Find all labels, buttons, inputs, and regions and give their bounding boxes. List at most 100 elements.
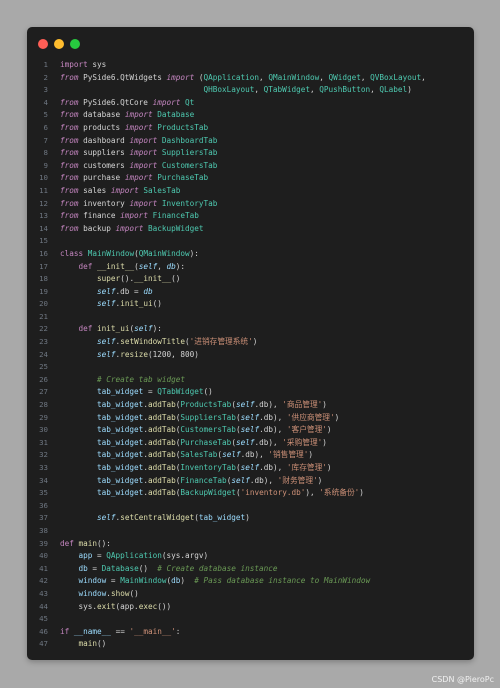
code-token: )	[308, 450, 314, 460]
code-text: from inventory import InventoryTab	[60, 198, 217, 211]
code-text: app = QApplication(sys.argv)	[60, 550, 209, 563]
code-text: from PySide6.QtCore import Qt	[60, 97, 194, 110]
line-number: 23	[39, 337, 48, 347]
code-text: db = Database() # Create database instan…	[60, 563, 278, 576]
maximize-dot-icon[interactable]	[70, 39, 80, 49]
code-token: QTabWidget	[263, 85, 310, 95]
code-token: def	[78, 324, 93, 334]
code-text: from sales import SalesTab	[60, 185, 180, 198]
code-line: 38	[27, 525, 474, 538]
code-token: ()	[138, 563, 158, 573]
code-token: tab_widget	[97, 463, 144, 472]
code-token: .db),	[240, 450, 269, 460]
code-token: from	[60, 122, 79, 132]
code-text: window.show()	[60, 588, 139, 601]
code-token: import	[115, 223, 144, 233]
code-token: .db),	[259, 412, 287, 422]
line-number: 16	[39, 248, 48, 258]
code-token: import	[124, 173, 153, 183]
code-token: ()	[171, 274, 181, 284]
code-token: from	[60, 148, 79, 158]
code-line: 43 window.show()	[27, 588, 474, 601]
code-token: FinanceTab	[180, 475, 227, 485]
code-line: 14 from backup import BackupWidget	[27, 223, 474, 236]
code-token: from	[60, 160, 79, 170]
line-number: 12	[39, 198, 48, 208]
code-token: QPushButton	[319, 85, 371, 95]
code-token: import	[120, 211, 148, 221]
code-line: 4 from PySide6.QtCore import Qt	[27, 97, 474, 110]
code-token: MainWindow	[87, 248, 135, 258]
code-token: ,	[309, 85, 320, 95]
code-token: import	[166, 72, 195, 82]
code-token: CustomersTab	[180, 425, 236, 435]
code-token: resize	[120, 349, 148, 359]
code-token: db	[78, 563, 88, 573]
line-number: 11	[39, 185, 48, 195]
code-text: from dashboard import DashboardTab	[60, 135, 217, 148]
code-token: PySide6.QtWidgets	[78, 72, 167, 82]
code-text: tab_widget.addTab(ProductsTab(self.db), …	[60, 399, 327, 412]
code-token: )	[334, 412, 340, 422]
code-token: inventory	[78, 198, 130, 208]
line-number: 36	[39, 500, 48, 510]
code-text: self.setWindowTitle('进销存管理系统')	[60, 336, 257, 349]
code-token: __name__	[73, 626, 111, 636]
code-editor[interactable]: 1 import sys 2 from PySide6.QtWidgets impor…	[27, 59, 474, 651]
code-text: from finance import FinanceTab	[60, 210, 199, 223]
code-token: db	[143, 286, 153, 296]
code-token: addTab	[147, 463, 176, 472]
code-token: ())	[157, 601, 172, 611]
code-token: BackupWidget	[180, 488, 236, 498]
code-text: sys.exit(app.exec())	[60, 601, 172, 614]
minimize-dot-icon[interactable]	[54, 39, 64, 49]
line-number: 27	[39, 387, 48, 397]
code-token: )	[326, 425, 332, 435]
code-token: import	[129, 148, 158, 158]
code-token: =	[87, 563, 102, 573]
line-number: 31	[39, 437, 48, 447]
code-token: InventoryTab	[161, 198, 218, 208]
code-line: 41 db = Database() # Create database ins…	[27, 563, 474, 576]
code-token: main	[78, 639, 98, 649]
line-number: 15	[39, 236, 48, 246]
line-number: 26	[39, 374, 48, 384]
code-token: import	[129, 198, 158, 208]
code-token: import	[152, 97, 181, 107]
line-number: 1	[43, 60, 48, 69]
code-token: setCentralWidget	[120, 513, 195, 523]
code-line: 2 from PySide6.QtWidgets import (QApplica…	[27, 72, 474, 85]
code-text: from database import Database	[60, 109, 194, 122]
code-text: main()	[60, 638, 107, 651]
code-token: QApplication	[203, 72, 260, 82]
code-line: 46 if __name__ == '__main__':	[27, 626, 474, 639]
code-line: 1 import sys	[27, 59, 474, 72]
close-dot-icon[interactable]	[38, 39, 48, 49]
code-token: DashboardTab	[161, 135, 218, 145]
code-token: '客户管理'	[286, 425, 327, 435]
code-token: self	[97, 349, 116, 359]
code-token: FinanceTab	[152, 211, 199, 221]
line-number: 37	[39, 513, 48, 523]
code-line: 42 window = MainWindow(db) # Pass databa…	[27, 575, 474, 588]
code-token: Database	[101, 563, 139, 573]
code-token: self	[231, 475, 250, 485]
code-token: SalesTab	[143, 185, 181, 195]
code-token: addTab	[147, 475, 176, 485]
code-token: ==	[110, 626, 130, 636]
code-token: sys	[87, 60, 107, 69]
code-line: 24 self.resize(1200, 800)	[27, 349, 474, 362]
code-token: ,	[360, 72, 371, 82]
code-line: 31 tab_widget.addTab(PurchaseTab(self.db…	[27, 437, 474, 450]
code-token: ()	[129, 588, 139, 598]
code-text: from PySide6.QtWidgets import (QApplicat…	[60, 72, 426, 85]
code-text: from products import ProductsTab	[60, 122, 208, 135]
